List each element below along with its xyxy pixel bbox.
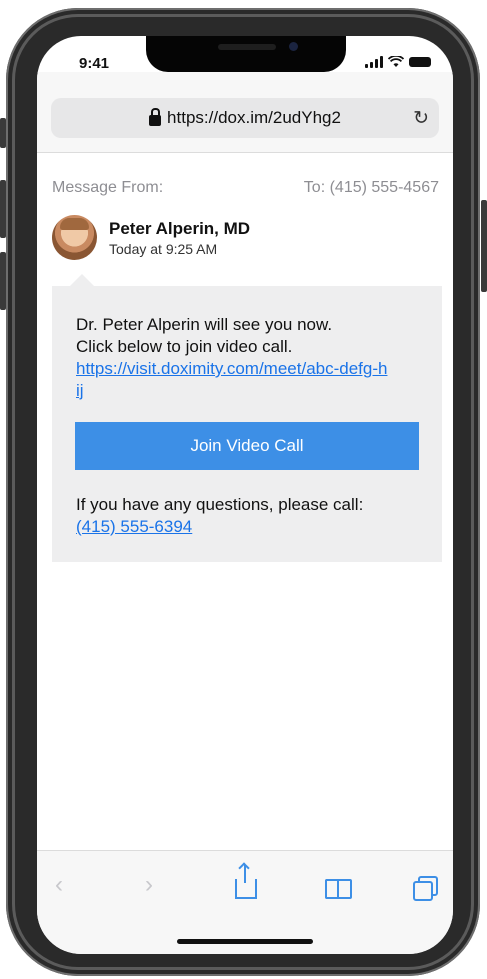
sender-time: Today at 9:25 AM	[109, 240, 218, 257]
status-icons	[365, 56, 431, 68]
message-line-1: Dr. Peter Alperin will see you now.	[76, 315, 333, 334]
sender: Peter Alperin, MD Today at 9:25 AM	[52, 215, 250, 260]
join-video-call-button[interactable]: Join Video Call	[75, 422, 419, 470]
avatar	[52, 215, 97, 260]
status-time: 9:41	[79, 55, 110, 72]
url-text: https://dox.im/2udYhg2	[167, 108, 341, 127]
reload-icon[interactable]: ↻	[413, 107, 429, 130]
meeting-link[interactable]: https://visit.doximity.com/meet/abc-defg…	[76, 358, 391, 402]
phone-screen: 9:41 https://dox.im/2udYhg2 ↻ Message Fr…	[37, 36, 453, 954]
signal-icon	[365, 56, 383, 68]
power-button	[481, 200, 487, 292]
from-label: Message From:	[52, 179, 164, 196]
message-bubble: Dr. Peter Alperin will see you now. Clic…	[52, 274, 442, 562]
browser-toolbar: ‹ ›	[37, 850, 453, 954]
questions-label: If you have any questions, please call:	[76, 495, 364, 514]
bookmarks-icon[interactable]	[325, 871, 352, 899]
message-line-2: Click below to join video call.	[76, 337, 293, 356]
url-bar[interactable]: https://dox.im/2udYhg2 ↻	[51, 98, 439, 138]
message-body: Dr. Peter Alperin will see you now. Clic…	[76, 314, 406, 402]
sender-info: Peter Alperin, MD Today at 9:25 AM	[109, 219, 250, 257]
lock-icon	[149, 107, 162, 126]
volume-down-button	[0, 252, 6, 310]
mute-switch	[0, 118, 6, 148]
sender-name: Peter Alperin, MD	[109, 218, 251, 238]
to-label: To: (415) 555-4567	[303, 179, 439, 196]
camera	[289, 42, 298, 51]
message-meta: Message From: To: (415) 555-4567	[52, 179, 439, 197]
questions-text: If you have any questions, please call: …	[76, 494, 416, 538]
battery-icon	[409, 57, 431, 67]
forward-icon[interactable]: ›	[145, 871, 153, 899]
page-content: Message From: To: (415) 555-4567 Peter A…	[37, 153, 453, 853]
wifi-icon	[388, 56, 404, 67]
phone-link[interactable]: (415) 555-6394	[76, 517, 192, 536]
speaker	[218, 44, 276, 50]
share-icon[interactable]	[235, 865, 257, 899]
tabs-icon[interactable]	[413, 871, 438, 901]
home-indicator[interactable]	[177, 939, 313, 944]
notch	[146, 36, 346, 72]
browser-chrome: https://dox.im/2udYhg2 ↻	[37, 72, 453, 153]
volume-up-button	[0, 180, 6, 238]
back-icon[interactable]: ‹	[55, 871, 63, 899]
